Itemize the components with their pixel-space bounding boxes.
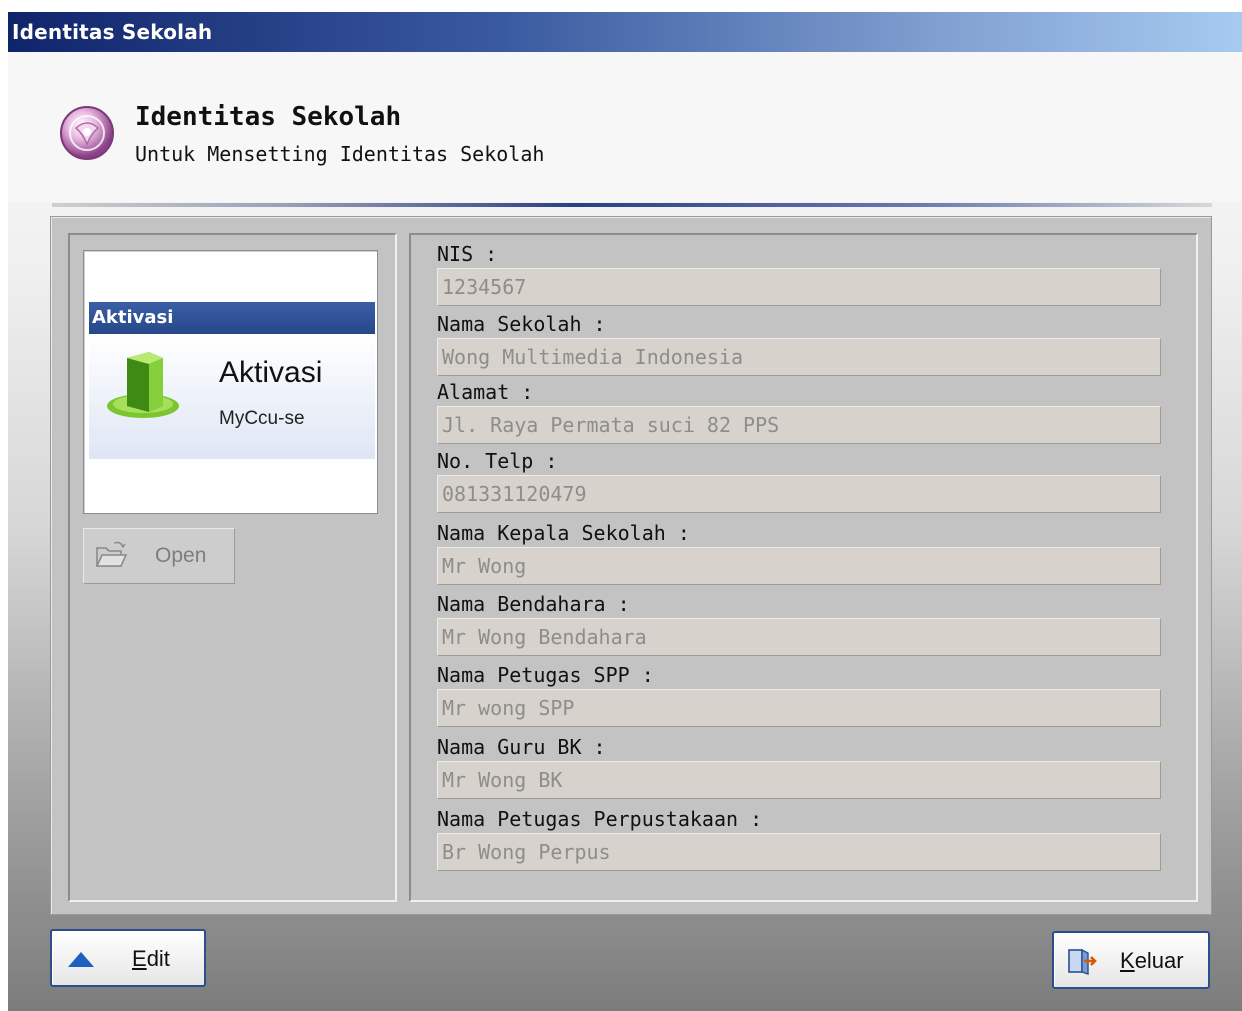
- preview-big-text: Aktivasi: [219, 356, 323, 389]
- exit-door-icon: [1068, 948, 1097, 975]
- identitas-sekolah-window: Identitas Sekolah Identitas Sekolah Untu…: [8, 12, 1242, 1011]
- page-title: Identitas Sekolah: [135, 102, 402, 132]
- bendahara-field[interactable]: Mr Wong Bendahara: [437, 618, 1161, 656]
- logo-image-preview: Aktivasi Aktivasi MyCcu-se: [83, 250, 378, 514]
- no-telp-label: No. Telp :: [437, 449, 558, 473]
- title-bar[interactable]: Identitas Sekolah: [8, 12, 1242, 52]
- alamat-field[interactable]: Jl. Raya Permata suci 82 PPS: [437, 406, 1161, 444]
- preview-small-text: MyCcu-se: [219, 408, 305, 429]
- nama-sekolah-label: Nama Sekolah :: [437, 312, 606, 336]
- preview-body: Aktivasi MyCcu-se: [89, 334, 375, 459]
- petugas-spp-label: Nama Petugas SPP :: [437, 663, 654, 687]
- kepala-sekolah-field[interactable]: Mr Wong: [437, 547, 1161, 585]
- alamat-label: Alamat :: [437, 380, 534, 404]
- school-identity-icon: [60, 106, 114, 160]
- petugas-spp-field[interactable]: Mr wong SPP: [437, 689, 1161, 727]
- keluar-button-label: Keluar: [1120, 948, 1184, 973]
- main-panel: Aktivasi Aktivasi MyCcu-se Open NIS: 12…: [50, 216, 1212, 915]
- edit-button[interactable]: Edit: [50, 929, 206, 987]
- nis-label: NIS :: [437, 242, 498, 266]
- preview-title-strip: Aktivasi: [89, 302, 375, 334]
- header-divider: [52, 203, 1212, 207]
- green-box-logo-icon: [107, 352, 179, 418]
- open-button[interactable]: Open: [83, 528, 235, 584]
- guru-bk-label: Nama Guru BK :: [437, 735, 606, 759]
- arrow-up-icon: [68, 952, 94, 967]
- nis-field[interactable]: 1234567: [437, 268, 1161, 306]
- logo-panel: Aktivasi Aktivasi MyCcu-se Open: [68, 233, 397, 902]
- folder-open-icon: [95, 541, 128, 567]
- preview-strip-label: Aktivasi: [92, 307, 174, 328]
- identity-form: NIS : 1234567 Nama Sekolah : Wong Multim…: [409, 233, 1198, 902]
- bendahara-label: Nama Bendahara :: [437, 592, 630, 616]
- page-subtitle: Untuk Mensetting Identitas Sekolah: [135, 142, 545, 166]
- window-title: Identitas Sekolah: [12, 20, 213, 44]
- open-button-label: Open: [155, 544, 207, 567]
- nama-sekolah-field[interactable]: Wong Multimedia Indonesia: [437, 338, 1161, 376]
- keluar-button[interactable]: Keluar: [1052, 931, 1210, 989]
- edit-button-label: Edit: [132, 946, 170, 971]
- guru-bk-field[interactable]: Mr Wong BK: [437, 761, 1161, 799]
- petugas-perpustakaan-label: Nama Petugas Perpustakaan :: [437, 807, 763, 831]
- petugas-perpustakaan-field[interactable]: Br Wong Perpus: [437, 833, 1161, 871]
- no-telp-field[interactable]: 081331120479: [437, 475, 1161, 513]
- kepala-sekolah-label: Nama Kepala Sekolah :: [437, 521, 690, 545]
